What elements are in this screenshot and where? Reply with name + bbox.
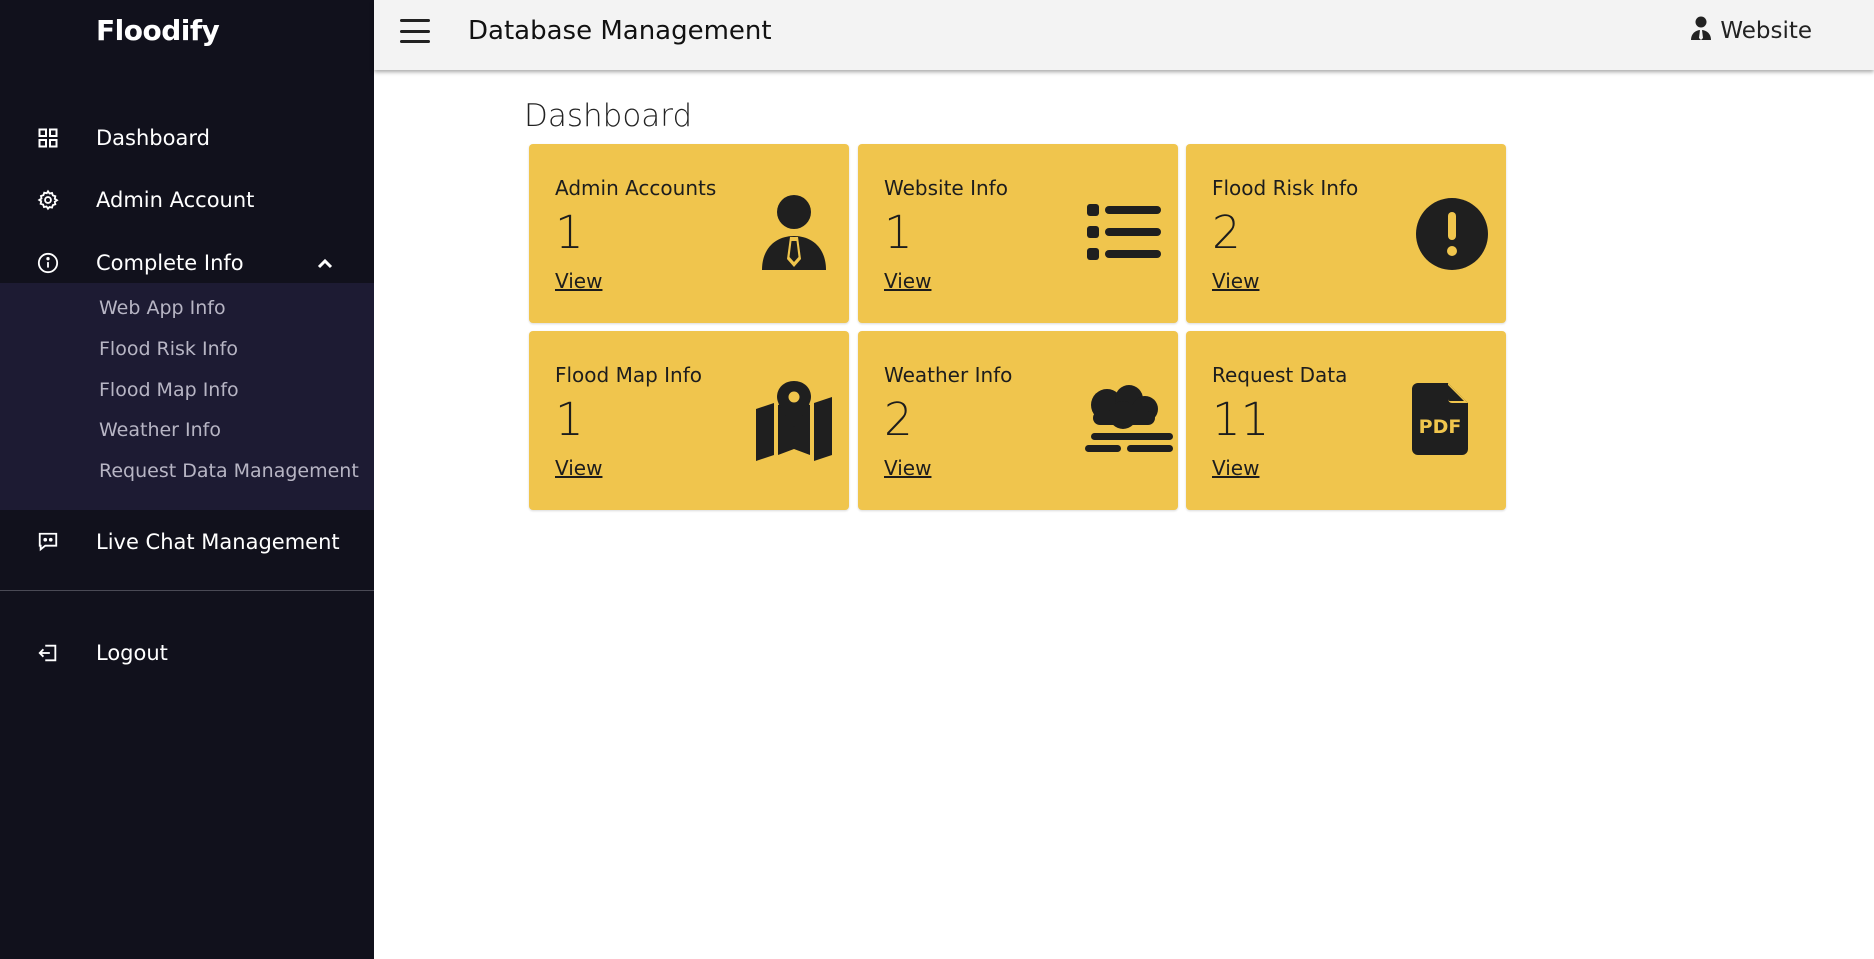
card-title: Website Info bbox=[884, 176, 1008, 200]
submenu-item-weather-info[interactable]: Weather Info bbox=[99, 419, 221, 441]
card-title: Flood Map Info bbox=[555, 363, 703, 387]
info-icon bbox=[36, 251, 60, 275]
card-view-link[interactable]: View bbox=[1212, 456, 1259, 480]
list-icon bbox=[1085, 194, 1165, 274]
brand-logo[interactable]: Floodify bbox=[96, 14, 220, 47]
sidebar-divider bbox=[0, 590, 374, 591]
card-title: Request Data bbox=[1212, 363, 1348, 387]
submenu-item-flood-map-info[interactable]: Flood Map Info bbox=[99, 379, 239, 401]
card-count: 11 bbox=[1212, 393, 1270, 446]
sidebar-item-label: Admin Account bbox=[96, 188, 255, 212]
pdf-file-icon: PDF bbox=[1412, 383, 1472, 463]
card-admin-accounts: Admin Accounts 1 View bbox=[529, 144, 849, 323]
submenu-item-web-app-info[interactable]: Web App Info bbox=[99, 297, 226, 319]
sidebar: Floodify Dashboard Admin Account Complet… bbox=[0, 0, 374, 959]
cloud-fog-icon bbox=[1085, 383, 1175, 463]
card-title: Weather Info bbox=[884, 363, 1013, 387]
card-title: Flood Risk Info bbox=[1212, 176, 1359, 200]
card-flood-risk-info: Flood Risk Info 2 View bbox=[1186, 144, 1506, 323]
sidebar-item-label: Live Chat Management bbox=[96, 530, 340, 554]
card-view-link[interactable]: View bbox=[555, 456, 602, 480]
card-view-link[interactable]: View bbox=[884, 269, 931, 293]
complete-info-submenu: Web App Info Flood Risk Info Flood Map I… bbox=[0, 283, 374, 510]
page-header-title: Database Management bbox=[468, 16, 772, 46]
card-view-link[interactable]: View bbox=[555, 269, 602, 293]
exclamation-circle-icon bbox=[1412, 194, 1492, 274]
card-view-link[interactable]: View bbox=[884, 456, 931, 480]
gear-icon bbox=[36, 188, 60, 212]
logout-icon bbox=[36, 641, 60, 665]
user-menu-button[interactable]: Website bbox=[1690, 16, 1812, 46]
user-tie-icon bbox=[1690, 16, 1712, 46]
card-count: 1 bbox=[884, 206, 913, 259]
card-count: 2 bbox=[884, 393, 913, 446]
submenu-item-flood-risk-info[interactable]: Flood Risk Info bbox=[99, 338, 238, 360]
topbar: Database Management Website bbox=[374, 0, 1874, 70]
card-title: Admin Accounts bbox=[555, 176, 717, 200]
page-title: Dashboard bbox=[524, 98, 693, 134]
card-flood-map-info: Flood Map Info 1 View bbox=[529, 331, 849, 510]
user-tie-icon bbox=[754, 194, 834, 274]
card-weather-info: Weather Info 2 View bbox=[858, 331, 1178, 510]
sidebar-item-label: Dashboard bbox=[96, 126, 210, 150]
chat-icon bbox=[36, 530, 60, 554]
app-root: Floodify Dashboard Admin Account Complet… bbox=[0, 0, 1874, 959]
sidebar-item-label: Complete Info bbox=[96, 251, 244, 275]
sidebar-item-label: Logout bbox=[96, 641, 168, 665]
card-view-link[interactable]: View bbox=[1212, 269, 1259, 293]
chevron-up-icon[interactable] bbox=[314, 252, 336, 274]
sidebar-item-dashboard[interactable]: Dashboard bbox=[0, 114, 374, 162]
card-count: 1 bbox=[555, 393, 584, 446]
card-count: 2 bbox=[1212, 206, 1241, 259]
card-website-info: Website Info 1 View bbox=[858, 144, 1178, 323]
sidebar-item-admin-account[interactable]: Admin Account bbox=[0, 176, 374, 224]
sidebar-item-logout[interactable]: Logout bbox=[0, 629, 374, 677]
card-request-data: Request Data 11 View PDF bbox=[1186, 331, 1506, 510]
submenu-item-request-data-management[interactable]: Request Data Management bbox=[99, 460, 359, 482]
map-location-icon bbox=[754, 381, 834, 461]
svg-text:PDF: PDF bbox=[1419, 416, 1462, 438]
sidebar-item-complete-info[interactable]: Complete Info bbox=[0, 239, 374, 287]
user-menu-label: Website bbox=[1720, 18, 1812, 44]
card-count: 1 bbox=[555, 206, 584, 259]
sidebar-item-live-chat[interactable]: Live Chat Management bbox=[0, 518, 374, 566]
grid-icon bbox=[36, 126, 60, 150]
hamburger-menu-icon[interactable] bbox=[400, 18, 430, 44]
